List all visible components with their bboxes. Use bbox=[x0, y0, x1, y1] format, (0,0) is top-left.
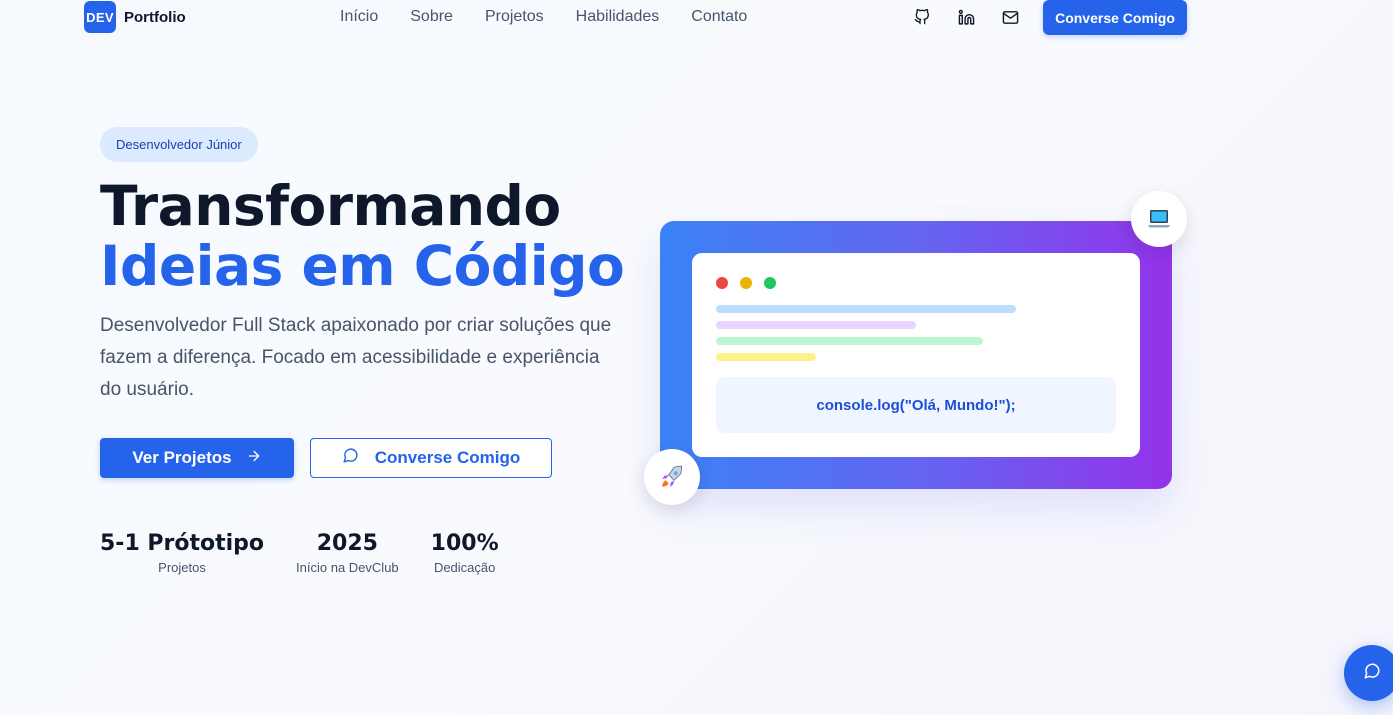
stat-projects: 5-1 Prótotipo Projetos bbox=[100, 530, 264, 578]
code-mockup-card: console.log("Olá, Mundo!"); bbox=[660, 221, 1172, 489]
nav-link-contato[interactable]: Contato bbox=[691, 8, 747, 26]
linkedin-icon[interactable] bbox=[956, 7, 976, 27]
hero-subtitle: Desenvolvedor Full Stack apaixonado por … bbox=[100, 315, 612, 400]
hero-title-line2: Ideias em Código bbox=[100, 234, 625, 298]
code-line-placeholder bbox=[716, 353, 816, 361]
window-dot-green bbox=[764, 277, 776, 289]
hero-title-line1: Transformando bbox=[100, 174, 561, 238]
arrow-right-icon bbox=[246, 448, 262, 469]
stat-dedication: 100% Dedicação bbox=[431, 530, 499, 578]
laptop-icon bbox=[1131, 191, 1187, 247]
logo[interactable]: DEV Portfolio bbox=[84, 1, 186, 33]
mail-icon[interactable] bbox=[1000, 7, 1020, 27]
code-line-placeholder bbox=[716, 337, 983, 345]
hero-contact-button[interactable]: Converse Comigo bbox=[310, 438, 552, 478]
view-projects-button[interactable]: Ver Projetos bbox=[100, 438, 294, 478]
window-dot-red bbox=[716, 277, 728, 289]
social-icons bbox=[912, 7, 1044, 27]
stat-value: 2025 bbox=[316, 531, 378, 556]
nav-link-sobre[interactable]: Sobre bbox=[410, 8, 453, 26]
nav-links: Início Sobre Projetos Habilidades Contat… bbox=[340, 8, 779, 26]
nav-link-projetos[interactable]: Projetos bbox=[485, 8, 544, 26]
stat-label: Início na DevClub bbox=[296, 560, 399, 575]
stat-value: 100% bbox=[430, 531, 499, 556]
logo-badge: DEV bbox=[84, 1, 116, 33]
chat-bubble-icon bbox=[1363, 662, 1381, 685]
nav-link-habilidades[interactable]: Habilidades bbox=[576, 8, 660, 26]
github-icon[interactable] bbox=[912, 7, 932, 27]
nav-link-inicio[interactable]: Início bbox=[340, 8, 378, 26]
chat-bubble-icon bbox=[342, 447, 359, 469]
stat-label: Projetos bbox=[158, 560, 206, 575]
rocket-icon bbox=[644, 449, 700, 505]
hero-contact-label: Converse Comigo bbox=[374, 448, 521, 467]
stat-start-year: 2025 Início na DevClub bbox=[296, 530, 399, 578]
stats-row: 5-1 Prótotipo Projetos 2025 Início na De… bbox=[100, 530, 531, 578]
chat-fab-button[interactable] bbox=[1344, 645, 1393, 701]
logo-text: Portfolio bbox=[124, 8, 186, 26]
top-navbar: DEV Portfolio Início Sobre Projetos Habi… bbox=[0, 0, 1393, 36]
code-line-placeholder bbox=[716, 321, 916, 329]
role-badge: Desenvolvedor Júnior bbox=[100, 127, 258, 162]
view-projects-label: Ver Projetos bbox=[132, 448, 232, 467]
stat-label: Dedicação bbox=[433, 560, 496, 575]
window-dot-yellow bbox=[740, 277, 752, 289]
nav-contact-button[interactable]: Converse Comigo bbox=[1043, 0, 1187, 35]
code-snippet: console.log("Olá, Mundo!"); bbox=[716, 377, 1116, 433]
hero-title: Transformando Ideias em Código bbox=[100, 174, 625, 298]
stat-value: 5-1 Prótotipo bbox=[100, 531, 265, 556]
code-line-placeholder bbox=[716, 305, 1016, 313]
code-window: console.log("Olá, Mundo!"); bbox=[692, 253, 1140, 457]
